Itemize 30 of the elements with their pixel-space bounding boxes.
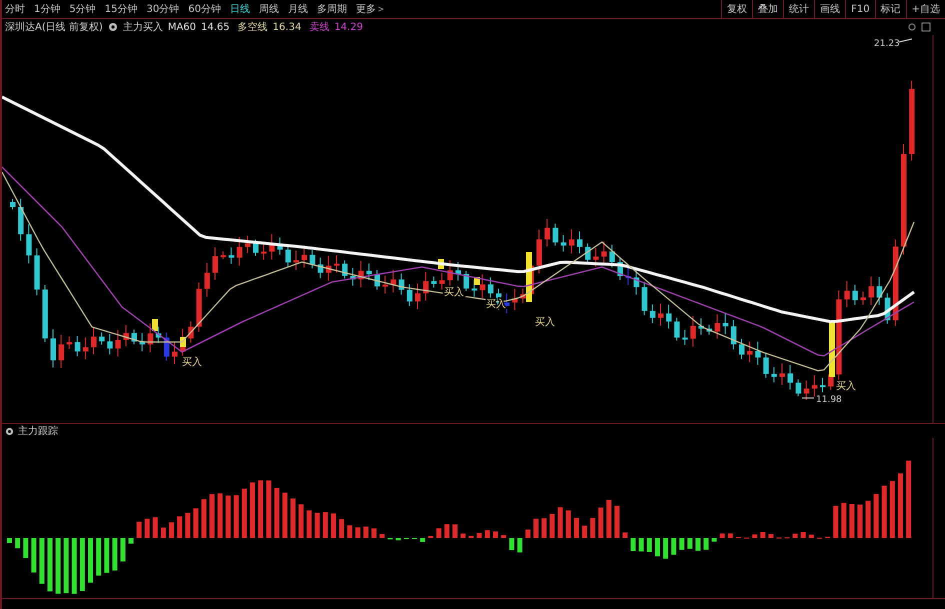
stock-title: 深圳达A(日线 前复权) — [5, 20, 103, 34]
legend-value: 14.29 — [334, 22, 363, 32]
buy-signal-label: 买入 — [182, 357, 202, 368]
period-tab[interactable]: 日线 — [230, 2, 250, 16]
legend-label: 卖线 — [309, 20, 330, 34]
period-tab[interactable]: 分时 — [5, 2, 25, 16]
period-tab[interactable]: 更多＞ — [356, 2, 386, 16]
period-tab[interactable]: 15分钟 — [104, 2, 138, 16]
buy-signal-label: 买入 — [486, 299, 506, 310]
buy-signal-label: 买入 — [836, 381, 856, 392]
window-controls-icon[interactable] — [907, 22, 931, 32]
high-price-label: 21.23 — [874, 39, 900, 49]
period-tab[interactable]: 多周期 — [316, 2, 347, 16]
legend-value: 16.34 — [272, 22, 302, 32]
period-tab[interactable]: 周线 — [258, 2, 279, 16]
leader-line — [898, 38, 912, 42]
legend-label: 多空线 — [238, 20, 268, 34]
period-tab[interactable]: 30分钟 — [146, 2, 180, 16]
settings-icon[interactable] — [108, 22, 118, 32]
legend-label: MA60 — [168, 22, 196, 32]
buy-signal-label: 买入 — [535, 317, 555, 328]
low-price-label: 11.98 — [816, 395, 842, 405]
indicator-name: 主力买入 — [122, 20, 163, 34]
settings-icon[interactable] — [5, 426, 14, 436]
period-tab[interactable]: 月线 — [288, 2, 308, 16]
period-tab[interactable]: 1分钟 — [34, 2, 60, 16]
legend-value: 14.65 — [201, 22, 230, 32]
period-tab[interactable]: 5分钟 — [69, 2, 96, 16]
period-tab[interactable]: 60分钟 — [188, 2, 221, 16]
indicator-title: 主力跟踪 — [18, 424, 58, 438]
